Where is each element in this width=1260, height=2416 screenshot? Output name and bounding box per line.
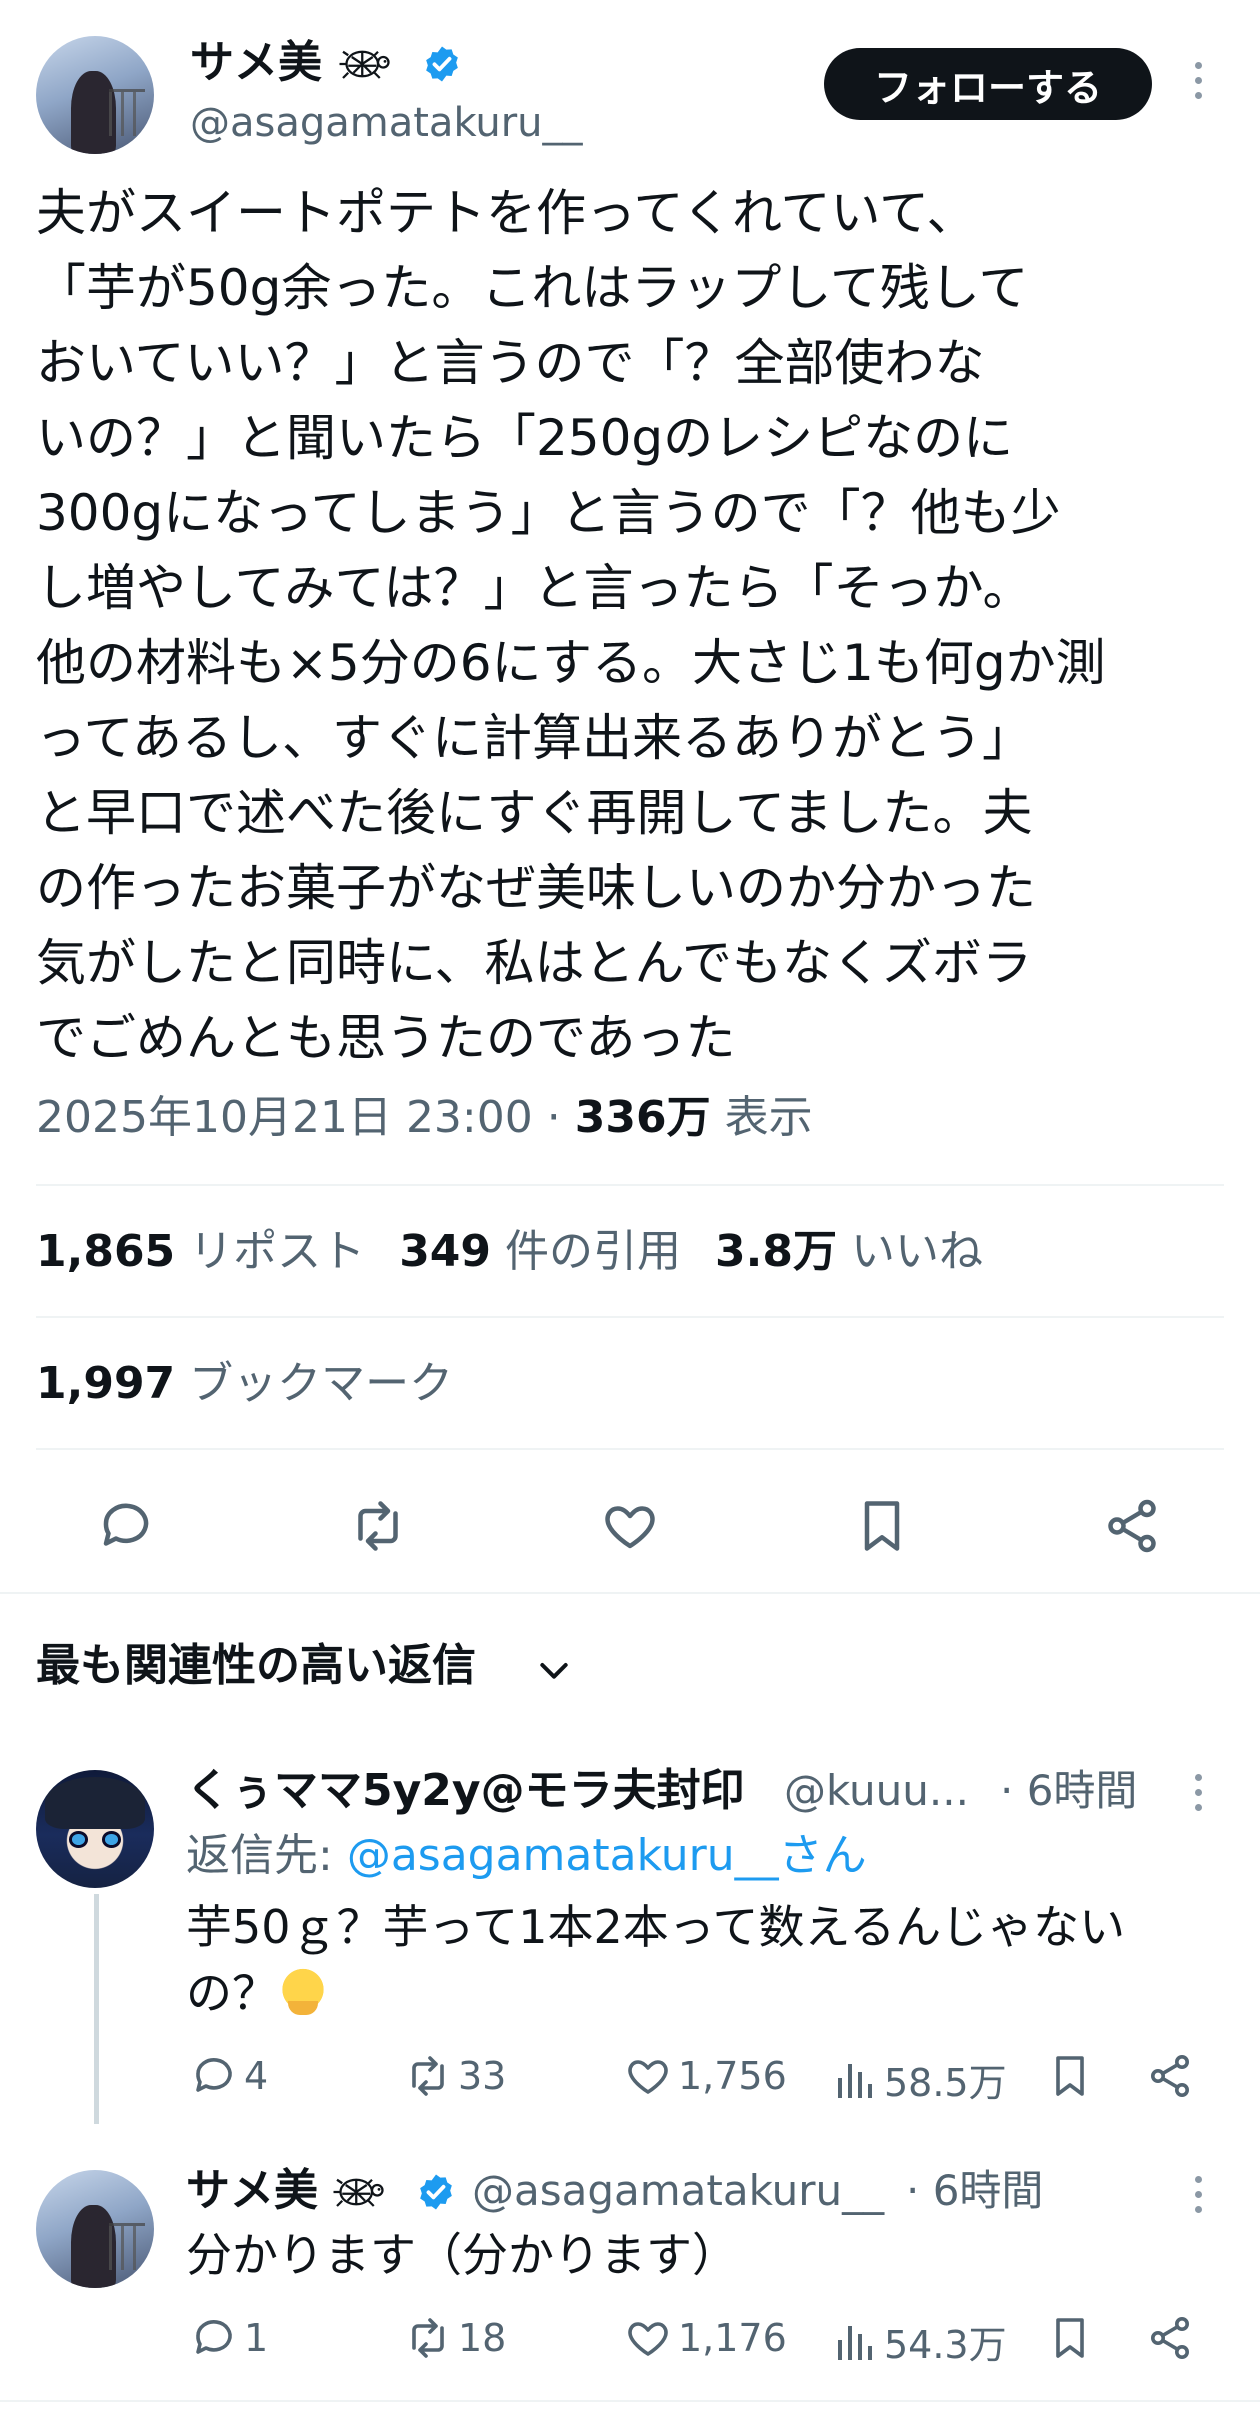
reply-author-handle[interactable]: @asagamatakuru__ <box>472 2166 884 2216</box>
divider <box>36 1316 1224 1318</box>
likes-label: いいね <box>837 1226 983 1277</box>
reply-count: 4 <box>244 2054 269 2098</box>
post-action-bar <box>0 1478 1260 1574</box>
repost-icon <box>348 1496 408 1556</box>
quotes-count: 349 <box>399 1226 492 1277</box>
thread-line <box>94 1894 99 2124</box>
author-handle[interactable]: @asagamatakuru__ <box>190 98 583 148</box>
reply-to-handle[interactable]: @asagamatakuru__さん <box>347 1830 867 1881</box>
reply-avatar[interactable] <box>36 2170 154 2288</box>
repost-icon <box>404 2314 452 2362</box>
author-name[interactable]: サメ美 <box>190 38 322 88</box>
bookmarks-label: ブックマーク <box>175 1358 454 1409</box>
reply-count-button[interactable]: 4 <box>190 2052 268 2100</box>
bookmarks-count: 1,997 <box>36 1358 176 1409</box>
bookmark-button[interactable] <box>1046 2052 1094 2100</box>
replies-sort-dropdown[interactable]: 最も関連性の高い返信 <box>36 1634 476 1698</box>
follow-button[interactable]: フォローする <box>824 48 1152 120</box>
share-icon <box>1146 2052 1194 2100</box>
author-avatar[interactable] <box>36 36 154 154</box>
repost-count: 33 <box>458 2054 507 2098</box>
quotes-stat[interactable]: 349 件の引用 <box>399 1226 681 1277</box>
verified-badge-icon <box>416 2172 456 2212</box>
more-options-icon[interactable] <box>1188 62 1208 99</box>
views-bar-chart-icon <box>830 2056 878 2104</box>
views-bar-chart-icon <box>830 2318 878 2366</box>
views-count: 58.5万 <box>884 2061 1007 2105</box>
turtle-emoji-icon <box>336 42 392 86</box>
likes-count: 3.8万 <box>715 1226 837 1277</box>
reply-text: 分かります（分かります） <box>186 2228 738 2282</box>
reply-count-button[interactable]: 1 <box>190 2314 268 2362</box>
heart-icon <box>624 2314 672 2362</box>
share-icon <box>1146 2314 1194 2362</box>
post-text: 夫がスイートポテトを作ってくれていて、 「芋が50g余った。これはラップして残し… <box>36 184 1106 1067</box>
reply-button[interactable] <box>88 1488 164 1564</box>
reply-count: 1 <box>244 2316 269 2360</box>
reply-author-handle[interactable]: @kuuu... <box>784 1766 969 1816</box>
repost-button[interactable] <box>340 1488 416 1564</box>
post-meta: 2025年10月21日 23:00 · 336万 表示 <box>36 1086 813 1150</box>
reposts-label: リポスト <box>175 1226 366 1277</box>
reply-author-name[interactable]: サメ美 <box>186 2166 318 2216</box>
repost-count-button[interactable]: 18 <box>404 2314 506 2362</box>
share-button[interactable] <box>1094 1488 1170 1564</box>
divider <box>0 2400 1260 2402</box>
chevron-down-icon[interactable] <box>534 1650 574 1690</box>
share-button[interactable] <box>1146 2314 1194 2362</box>
more-options-icon[interactable] <box>1188 1774 1208 1811</box>
quotes-label: 件の引用 <box>491 1226 682 1277</box>
post-timestamp[interactable]: 2025年10月21日 23:00 <box>36 1092 533 1143</box>
melting-face-emoji-icon <box>278 1967 328 2017</box>
reply-to-line: 返信先: @asagamatakuru__さん <box>186 1826 867 1886</box>
like-button[interactable] <box>592 1488 668 1564</box>
reposts-stat[interactable]: 1,865 リポスト <box>36 1226 365 1277</box>
reply-author-name[interactable]: くぅママ5y2y@モラ夫封印 <box>186 1766 745 1816</box>
share-button[interactable] <box>1146 2052 1194 2100</box>
turtle-emoji-icon <box>330 2170 386 2214</box>
bookmark-button[interactable] <box>844 1488 920 1564</box>
views-count: 336万 <box>574 1092 711 1143</box>
more-options-icon[interactable] <box>1188 2176 1208 2213</box>
repost-icon <box>404 2052 452 2100</box>
reply-to-prefix: 返信先: <box>186 1830 347 1881</box>
views-count-button[interactable]: 58.5万 <box>830 2052 1007 2107</box>
divider <box>0 1592 1260 1594</box>
like-count-button[interactable]: 1,756 <box>624 2052 787 2100</box>
repost-count-button[interactable]: 33 <box>404 2052 506 2100</box>
reply-icon <box>190 2052 238 2100</box>
reposts-count: 1,865 <box>36 1226 176 1277</box>
like-count-button[interactable]: 1,176 <box>624 2314 787 2362</box>
reply-icon <box>96 1496 156 1556</box>
reply-icon <box>190 2314 238 2362</box>
meta-separator: · <box>532 1092 575 1143</box>
reply-avatar[interactable] <box>36 1770 154 1888</box>
heart-icon <box>624 2052 672 2100</box>
verified-badge-icon <box>422 44 462 84</box>
reply-time[interactable]: · 6時間 <box>1000 1766 1137 1816</box>
views-count-button[interactable]: 54.3万 <box>830 2314 1007 2369</box>
views-label: 表示 <box>710 1092 813 1143</box>
divider <box>36 1448 1224 1450</box>
bookmark-icon <box>852 1496 912 1556</box>
bookmark-icon <box>1046 2052 1094 2100</box>
bookmark-button[interactable] <box>1046 2314 1094 2362</box>
like-count: 1,176 <box>678 2316 787 2360</box>
likes-stat[interactable]: 3.8万 いいね <box>715 1226 983 1277</box>
reply-text: 芋50ｇ？芋って1本2本って数えるんじゃない の？ <box>186 1894 1206 2026</box>
engagement-stats: 1,865 リポスト 349 件の引用 3.8万 いいね <box>36 1220 983 1284</box>
bookmark-stats[interactable]: 1,997 ブックマーク <box>36 1352 453 1416</box>
heart-icon <box>600 1496 660 1556</box>
reply-time[interactable]: · 6時間 <box>906 2166 1043 2216</box>
like-count: 1,756 <box>678 2054 787 2098</box>
divider <box>36 1184 1224 1186</box>
bookmark-icon <box>1046 2314 1094 2362</box>
repost-count: 18 <box>458 2316 507 2360</box>
share-icon <box>1102 1496 1162 1556</box>
views-count: 54.3万 <box>884 2323 1007 2367</box>
